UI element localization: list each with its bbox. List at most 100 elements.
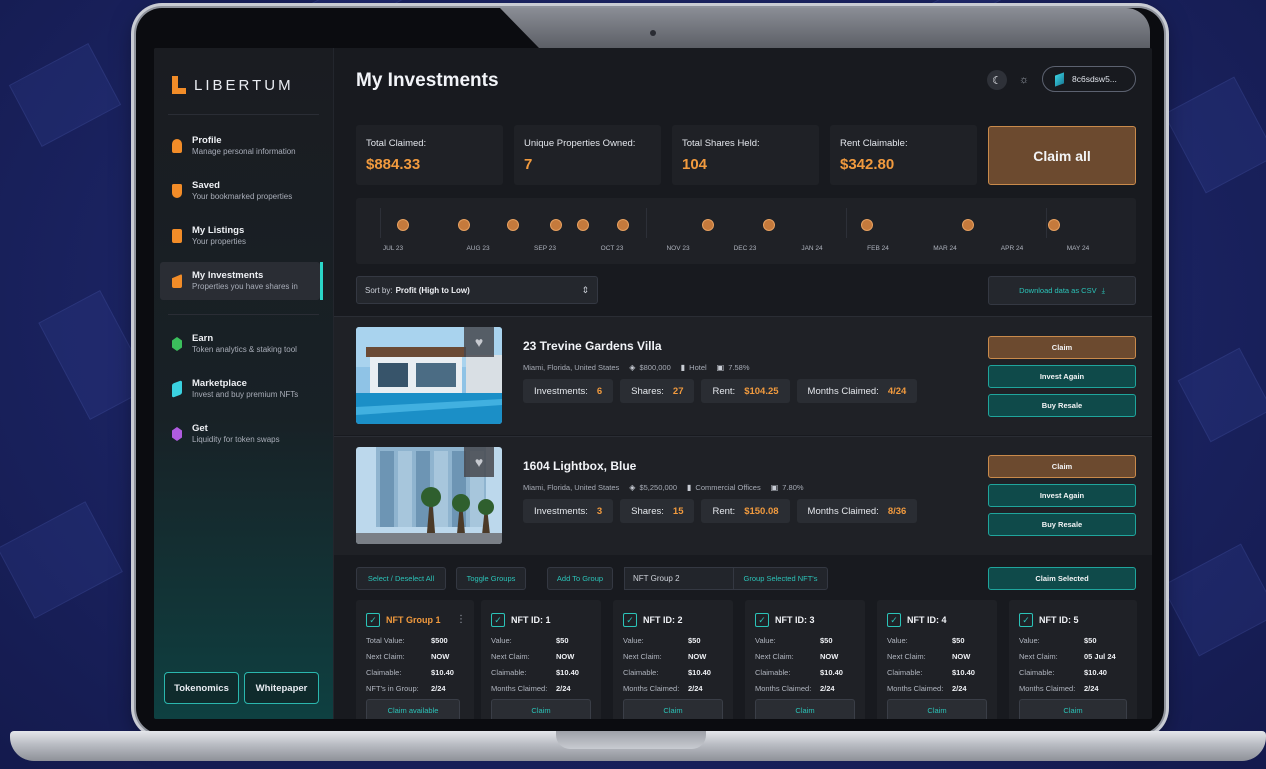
timeline-month-label: NOV 23 <box>666 245 690 252</box>
property-image[interactable]: ♥ <box>356 327 502 424</box>
building-icon: ▮ <box>687 483 692 492</box>
card-row-value: NOW <box>820 652 839 661</box>
claim-timeline: JUL 23 AUG 23 SEP 23 OCT 23 NOV 23 DEC 2… <box>356 198 1136 264</box>
check-icon: ✓ <box>758 614 766 625</box>
card-row-label: Months Claimed: <box>887 684 944 693</box>
timeline-claim-dot[interactable] <box>702 219 714 231</box>
card-row-value: 2/24 <box>1084 684 1099 693</box>
dark-mode-toggle[interactable]: ☾ <box>987 70 1007 90</box>
page-title: My Investments <box>356 70 499 91</box>
claim-button[interactable]: Claim <box>988 455 1136 478</box>
invest-again-button[interactable]: Invest Again <box>988 484 1136 507</box>
logo[interactable]: LIBERTUM <box>172 76 294 94</box>
nft-card[interactable]: ✓ NFT ID: 3 Value: $50 Next Claim: NOW Clai… <box>745 600 865 719</box>
sidebar-item-get[interactable]: Get Liquidity for token swaps <box>160 415 320 453</box>
card-row-label: NFT's in Group: <box>366 684 419 693</box>
card-row-label: Value: <box>491 636 512 645</box>
whitepaper-button[interactable]: Whitepaper <box>244 672 319 704</box>
property-stats: Investments: 6 Shares: 27 Rent: $104.25 Mon… <box>523 379 918 403</box>
claim-button[interactable]: Claim <box>755 699 855 719</box>
claim-all-button[interactable]: Claim all <box>988 126 1136 185</box>
wallet-button[interactable]: 8c6sdsw5... <box>1042 66 1136 92</box>
card-row-label: Next Claim: <box>1019 652 1058 661</box>
timeline-claim-dot[interactable] <box>507 219 519 231</box>
sidebar-item-marketplace[interactable]: Marketplace Invest and buy premium NFTs <box>160 370 320 408</box>
sun-icon: ☼ <box>1018 74 1030 86</box>
tokenomics-button[interactable]: Tokenomics <box>164 672 239 704</box>
card-row: Value: $50 <box>887 636 965 645</box>
pill-value: 4/24 <box>887 385 907 397</box>
investments-icon <box>172 274 182 288</box>
card-row-label: Months Claimed: <box>491 684 548 693</box>
timeline-claim-dot[interactable] <box>397 219 409 231</box>
claim-selected-button[interactable]: Claim Selected <box>988 567 1136 590</box>
buy-resale-button[interactable]: Buy Resale <box>988 513 1136 536</box>
tag-icon: ◈ <box>629 363 636 372</box>
sidebar-item-saved[interactable]: Saved Your bookmarked properties <box>160 172 320 210</box>
add-to-group-button[interactable]: Add To Group <box>547 567 613 590</box>
timeline-claim-dot[interactable] <box>550 219 562 231</box>
nft-card[interactable]: ✓ NFT ID: 2 Value: $50 Next Claim: NOW Clai… <box>613 600 733 719</box>
timeline-claim-dot[interactable] <box>617 219 629 231</box>
card-row-label: Next Claim: <box>491 652 530 661</box>
claim-button[interactable]: Claim <box>887 699 987 719</box>
more-options-icon[interactable]: ⋮ <box>456 614 466 625</box>
light-mode-toggle[interactable]: ☼ <box>1014 70 1034 90</box>
nft-card[interactable]: ✓ NFT ID: 4 Value: $50 Next Claim: NOW Clai… <box>877 600 997 719</box>
group-selected-nfts-button[interactable]: Group Selected NFT's <box>733 567 828 590</box>
card-row: Next Claim: NOW <box>366 652 449 661</box>
nft-group-card[interactable]: ✓ NFT Group 1 ⋮ Total Value: $500 Next Cla… <box>356 600 474 719</box>
claim-available-button[interactable]: Claim available <box>366 699 460 719</box>
pill-label: Investments: <box>534 385 588 397</box>
download-csv-button[interactable]: Download data as CSV ⤓ <box>988 276 1136 305</box>
sort-value: Profit (High to Low) <box>395 285 470 295</box>
heart-icon: ♥ <box>474 334 484 350</box>
sidebar-item-title: Marketplace <box>192 378 247 389</box>
property-name: 1604 Lightbox, Blue <box>523 459 637 473</box>
group-name-input[interactable]: NFT Group 2 <box>624 567 734 590</box>
card-row-label: Months Claimed: <box>1019 684 1076 693</box>
timeline-claim-dot[interactable] <box>763 219 775 231</box>
timeline-month-label: MAY 24 <box>1066 245 1090 252</box>
download-csv-label: Download data as CSV <box>1019 286 1097 295</box>
nft-card[interactable]: ✓ NFT ID: 1 Value: $50 Next Claim: NOW Clai… <box>481 600 601 719</box>
shield-icon <box>172 184 182 198</box>
card-row: Months Claimed: 2/24 <box>887 684 967 693</box>
invest-again-button[interactable]: Invest Again <box>988 365 1136 388</box>
nft-card[interactable]: ✓ NFT ID: 5 Value: $50 Next Claim: 05 Jul 2… <box>1009 600 1137 719</box>
laptop-reflection <box>500 8 1150 48</box>
sidebar-item-subtitle: Your properties <box>192 237 246 246</box>
checkbox[interactable]: ✓ <box>366 613 380 627</box>
checkbox[interactable]: ✓ <box>623 613 637 627</box>
sidebar-item-my-investments[interactable]: My Investments Properties you have shares… <box>160 262 323 300</box>
checkbox[interactable]: ✓ <box>491 613 505 627</box>
pill-label: Investments: <box>534 505 588 517</box>
timeline-claim-dot[interactable] <box>1048 219 1060 231</box>
timeline-claim-dot[interactable] <box>962 219 974 231</box>
months-claimed-pill: Months Claimed: 8/36 <box>796 499 918 523</box>
claim-button[interactable]: Claim <box>623 699 723 719</box>
timeline-claim-dot[interactable] <box>458 219 470 231</box>
timeline-claim-dot[interactable] <box>861 219 873 231</box>
claim-button[interactable]: Claim <box>1019 699 1127 719</box>
card-row-value: $50 <box>952 636 965 645</box>
buy-resale-button[interactable]: Buy Resale <box>988 394 1136 417</box>
timeline-gridline <box>846 208 847 238</box>
toggle-groups-button[interactable]: Toggle Groups <box>456 567 526 590</box>
favorite-button[interactable]: ♥ <box>464 447 494 477</box>
property-image[interactable]: ♥ <box>356 447 502 544</box>
favorite-button[interactable]: ♥ <box>464 327 494 357</box>
sidebar-item-my-listings[interactable]: My Listings Your properties <box>160 217 320 255</box>
card-row: Value: $50 <box>491 636 569 645</box>
claim-button[interactable]: Claim <box>491 699 591 719</box>
select-deselect-all-button[interactable]: Select / Deselect All <box>356 567 446 590</box>
checkbox[interactable]: ✓ <box>887 613 901 627</box>
sidebar-item-earn[interactable]: Earn Token analytics & staking tool <box>160 325 320 363</box>
checkbox[interactable]: ✓ <box>755 613 769 627</box>
sort-select[interactable]: Sort by: Profit (High to Low) ⇕ <box>356 276 598 304</box>
checkbox[interactable]: ✓ <box>1019 613 1033 627</box>
claim-button[interactable]: Claim <box>988 336 1136 359</box>
timeline-claim-dot[interactable] <box>577 219 589 231</box>
card-row-label: Months Claimed: <box>755 684 812 693</box>
sidebar-item-profile[interactable]: Profile Manage personal information <box>160 127 320 165</box>
